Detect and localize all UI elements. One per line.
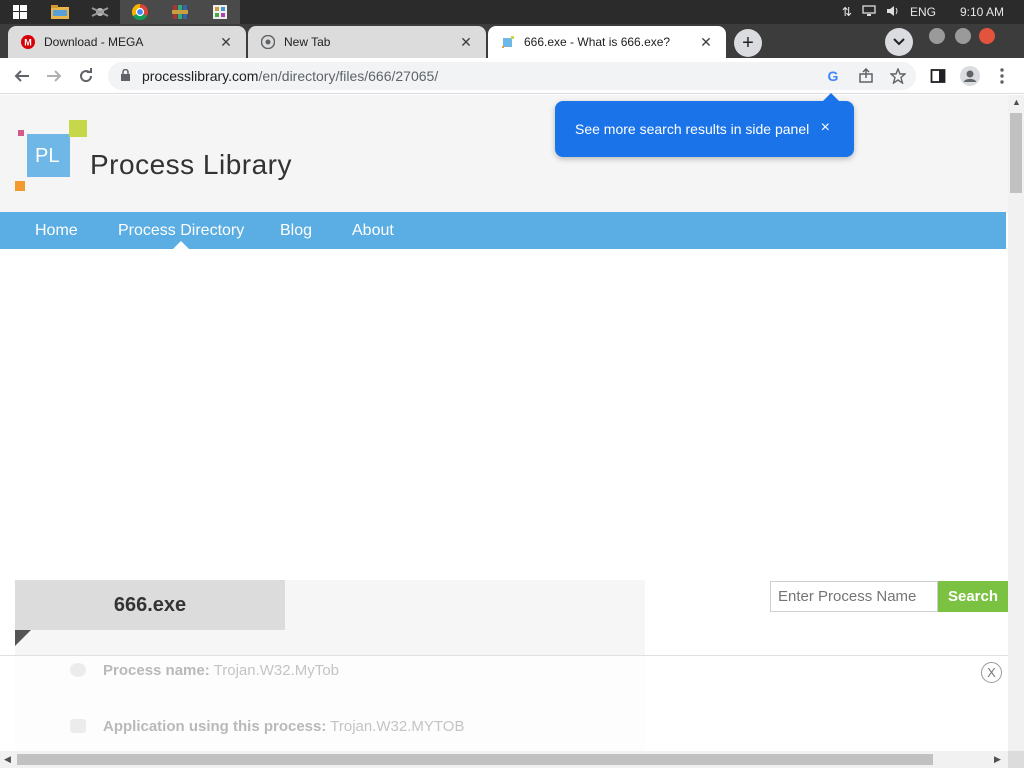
url-path: /en/directory/files/666/27065/ [258, 68, 439, 84]
reload-icon[interactable] [72, 62, 100, 90]
close-window-button[interactable] [979, 28, 995, 44]
process-name-label: Process name: [103, 662, 210, 679]
mega-icon: M [20, 34, 36, 50]
winrar-icon[interactable] [160, 0, 200, 24]
volume-icon[interactable] [886, 5, 900, 20]
application-icon [70, 719, 86, 733]
search-button[interactable]: Search [938, 581, 1008, 612]
gear-icon [70, 663, 86, 677]
active-nav-caret [173, 241, 189, 249]
minimize-window-button[interactable] [929, 28, 945, 44]
maximize-window-button[interactable] [955, 28, 971, 44]
process-name-value: Trojan.W32.MyTob [213, 662, 339, 679]
ad-overlay: Process name: Trojan.W32.MyTob Applicati… [0, 655, 1008, 751]
side-panel-toast: See more search results in side panel × [555, 93, 854, 157]
close-tab-icon[interactable]: ✕ [218, 34, 234, 50]
url-host: processlibrary.com [142, 68, 259, 84]
application-value: Trojan.W32.MYTOB [330, 718, 465, 735]
application-row: Application using this process: Trojan.W… [103, 718, 464, 735]
network-arrows-icon[interactable]: ⇅ [842, 5, 852, 19]
bookmark-star-icon[interactable] [889, 67, 907, 85]
horizontal-scrollbar[interactable]: ◀ ▶ [0, 751, 1008, 768]
tab-mega[interactable]: M Download - MEGA ✕ [8, 26, 246, 58]
system-tray: ⇅ ENG 9:10 AM [842, 0, 1024, 24]
process-filename-heading: 666.exe [15, 580, 285, 630]
chevron-down-icon [893, 38, 905, 46]
tab-title: New Tab [284, 35, 331, 49]
app-tray-icon[interactable] [80, 0, 120, 24]
scroll-right-icon[interactable]: ▶ [994, 754, 1001, 765]
toast-pointer [823, 93, 839, 101]
chrome-icon [260, 34, 276, 50]
tab-title: Download - MEGA [44, 35, 144, 49]
google-lens-icon[interactable]: G [824, 67, 842, 85]
language-indicator[interactable]: ENG [910, 5, 936, 19]
nav-blog[interactable]: Blog [280, 222, 312, 240]
url-text: processlibrary.com/en/directory/files/66… [142, 68, 438, 84]
svg-text:G: G [828, 68, 839, 84]
side-panel-icon[interactable] [924, 62, 952, 90]
app-grid-icon[interactable] [200, 0, 240, 24]
web-page: PL Process Library Home Process Director… [0, 95, 1008, 751]
new-tab-button[interactable]: + [734, 29, 762, 57]
profile-avatar-icon[interactable] [956, 62, 984, 90]
lock-icon[interactable] [120, 68, 131, 87]
tab-search-button[interactable] [885, 28, 913, 56]
nav-home[interactable]: Home [35, 222, 78, 240]
nav-about[interactable]: About [352, 222, 394, 240]
scroll-left-icon[interactable]: ◀ [4, 754, 11, 765]
horizontal-scroll-thumb[interactable] [17, 754, 933, 765]
site-title[interactable]: Process Library [90, 149, 292, 181]
toast-message: See more search results in side panel [575, 121, 810, 137]
tab-new-tab[interactable]: New Tab ✕ [248, 26, 486, 58]
toast-close-icon[interactable]: × [821, 119, 830, 137]
svg-text:M: M [24, 38, 32, 48]
close-tab-icon[interactable]: ✕ [698, 34, 714, 50]
ad-close-button[interactable]: X [981, 662, 1002, 683]
address-bar[interactable]: processlibrary.com/en/directory/files/66… [108, 62, 916, 90]
site-header: PL Process Library [0, 95, 1008, 212]
back-icon[interactable] [8, 62, 36, 90]
process-library-icon [500, 34, 516, 50]
nav-process-directory[interactable]: Process Directory [118, 222, 244, 240]
tab-strip: M Download - MEGA ✕ New Tab ✕ 666.exe - … [0, 24, 1024, 58]
clock[interactable]: 9:10 AM [960, 5, 1004, 19]
logo-text: PL [35, 145, 60, 167]
vertical-scrollbar[interactable]: ▲ [1008, 95, 1024, 751]
menu-kebab-icon[interactable] [988, 62, 1016, 90]
browser-toolbar: processlibrary.com/en/directory/files/66… [0, 58, 1024, 94]
share-icon[interactable] [857, 67, 875, 85]
process-name-row: Process name: Trojan.W32.MyTob [103, 662, 339, 679]
windows-taskbar: ⇅ ENG 9:10 AM [0, 0, 1024, 24]
file-explorer-icon[interactable] [40, 0, 80, 24]
close-tab-icon[interactable]: ✕ [458, 34, 474, 50]
application-label: Application using this process: [103, 718, 327, 735]
windows-start-icon[interactable] [0, 0, 40, 24]
card-fold-decoration [15, 630, 31, 646]
scrollbar-corner [1008, 751, 1024, 768]
scroll-up-icon[interactable]: ▲ [1012, 97, 1021, 107]
tab-title: 666.exe - What is 666.exe? [524, 35, 671, 49]
vertical-scroll-thumb[interactable] [1010, 113, 1022, 193]
main-nav: Home Process Directory Blog About [0, 212, 1006, 249]
chrome-taskbar-icon[interactable] [120, 0, 160, 24]
tab-666-exe[interactable]: 666.exe - What is 666.exe? ✕ [488, 26, 726, 58]
site-logo[interactable]: PL [15, 120, 90, 200]
network-icon[interactable] [862, 4, 876, 20]
process-search-input[interactable] [770, 581, 938, 612]
forward-icon[interactable] [40, 62, 68, 90]
